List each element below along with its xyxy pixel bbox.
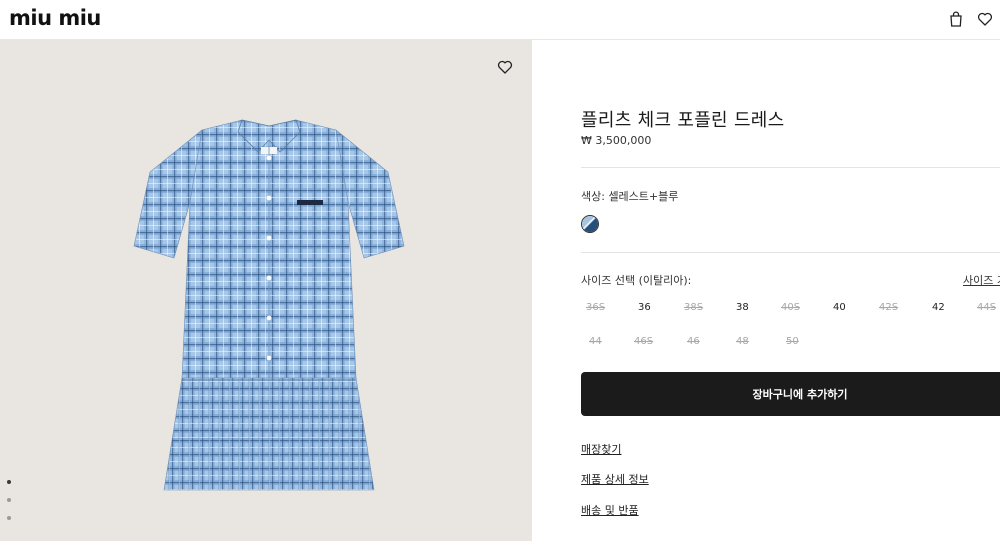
size-guide-link[interactable]: 사이즈 가 [963,272,1000,288]
pagination-dot[interactable] [7,516,11,520]
product-gallery[interactable] [0,40,532,541]
site-header: miu miu [0,0,1000,40]
pagination-dot[interactable] [7,480,11,484]
size-option-38[interactable]: 38 [736,302,776,313]
shipping-returns-link[interactable]: 배송 및 반품 [581,502,639,518]
brand-logo[interactable]: miu miu [9,8,101,29]
size-option-40[interactable]: 40 [833,302,873,313]
color-swatch[interactable] [581,215,599,233]
size-option-40s[interactable]: 40S [781,302,821,313]
size-option-48[interactable]: 48 [736,336,776,347]
size-option-36[interactable]: 36 [638,302,678,313]
product-details-link[interactable]: 제품 상세 정보 [581,471,649,487]
size-option-46s[interactable]: 46S [634,336,674,347]
size-label: 사이즈 선택 (이탈리아): [581,274,692,287]
size-option-36s[interactable]: 36S [586,302,626,313]
wishlist-heart-icon[interactable] [496,58,514,76]
size-option-44[interactable]: 44 [589,336,629,347]
add-to-cart-button[interactable]: 장바구니에 추가하기 [581,372,1000,416]
gallery-pagination [7,480,13,534]
color-label: 색상: 셀레스트+블루 [581,190,679,203]
product-title: 플리츠 체크 포플린 드레스 [581,110,785,131]
bag-icon[interactable] [947,10,965,28]
store-locator-link[interactable]: 매장찾기 [581,441,621,457]
heart-icon[interactable] [976,10,994,28]
product-info-panel: 플리츠 체크 포플린 드레스 ₩ 3,500,000 색상: 셀레스트+블루 사… [581,40,1000,541]
size-option-42[interactable]: 42 [932,302,972,313]
product-price: ₩ 3,500,000 [581,134,652,147]
size-option-50[interactable]: 50 [786,336,826,347]
divider [581,252,1000,253]
size-option-38s[interactable]: 38S [684,302,724,313]
pagination-dot[interactable] [7,498,11,502]
product-image[interactable] [130,118,408,492]
size-option-46[interactable]: 46 [687,336,727,347]
add-to-cart-label: 장바구니에 추가하기 [752,388,848,401]
divider [581,167,1000,168]
size-option-44s[interactable]: 44S [977,302,1000,313]
size-option-42s[interactable]: 42S [879,302,919,313]
